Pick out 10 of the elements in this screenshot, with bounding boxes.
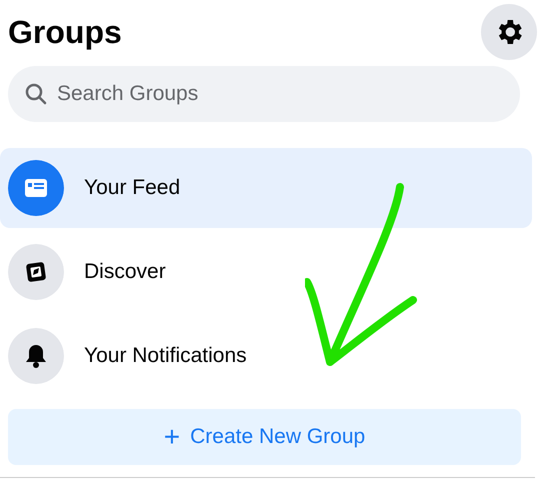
nav-item[interactable]: Discover [0,232,532,312]
nav-item[interactable]: Your Notifications [0,316,532,396]
search-field[interactable]: Search Groups [8,66,520,122]
bell-icon [8,328,64,384]
create-group-button[interactable]: + Create New Group [8,409,521,465]
feed-icon [8,160,64,216]
nav-item[interactable]: Your Feed [0,148,532,228]
page-title: Groups [8,12,122,52]
compass-icon [8,244,64,300]
plus-icon: + [164,423,180,451]
